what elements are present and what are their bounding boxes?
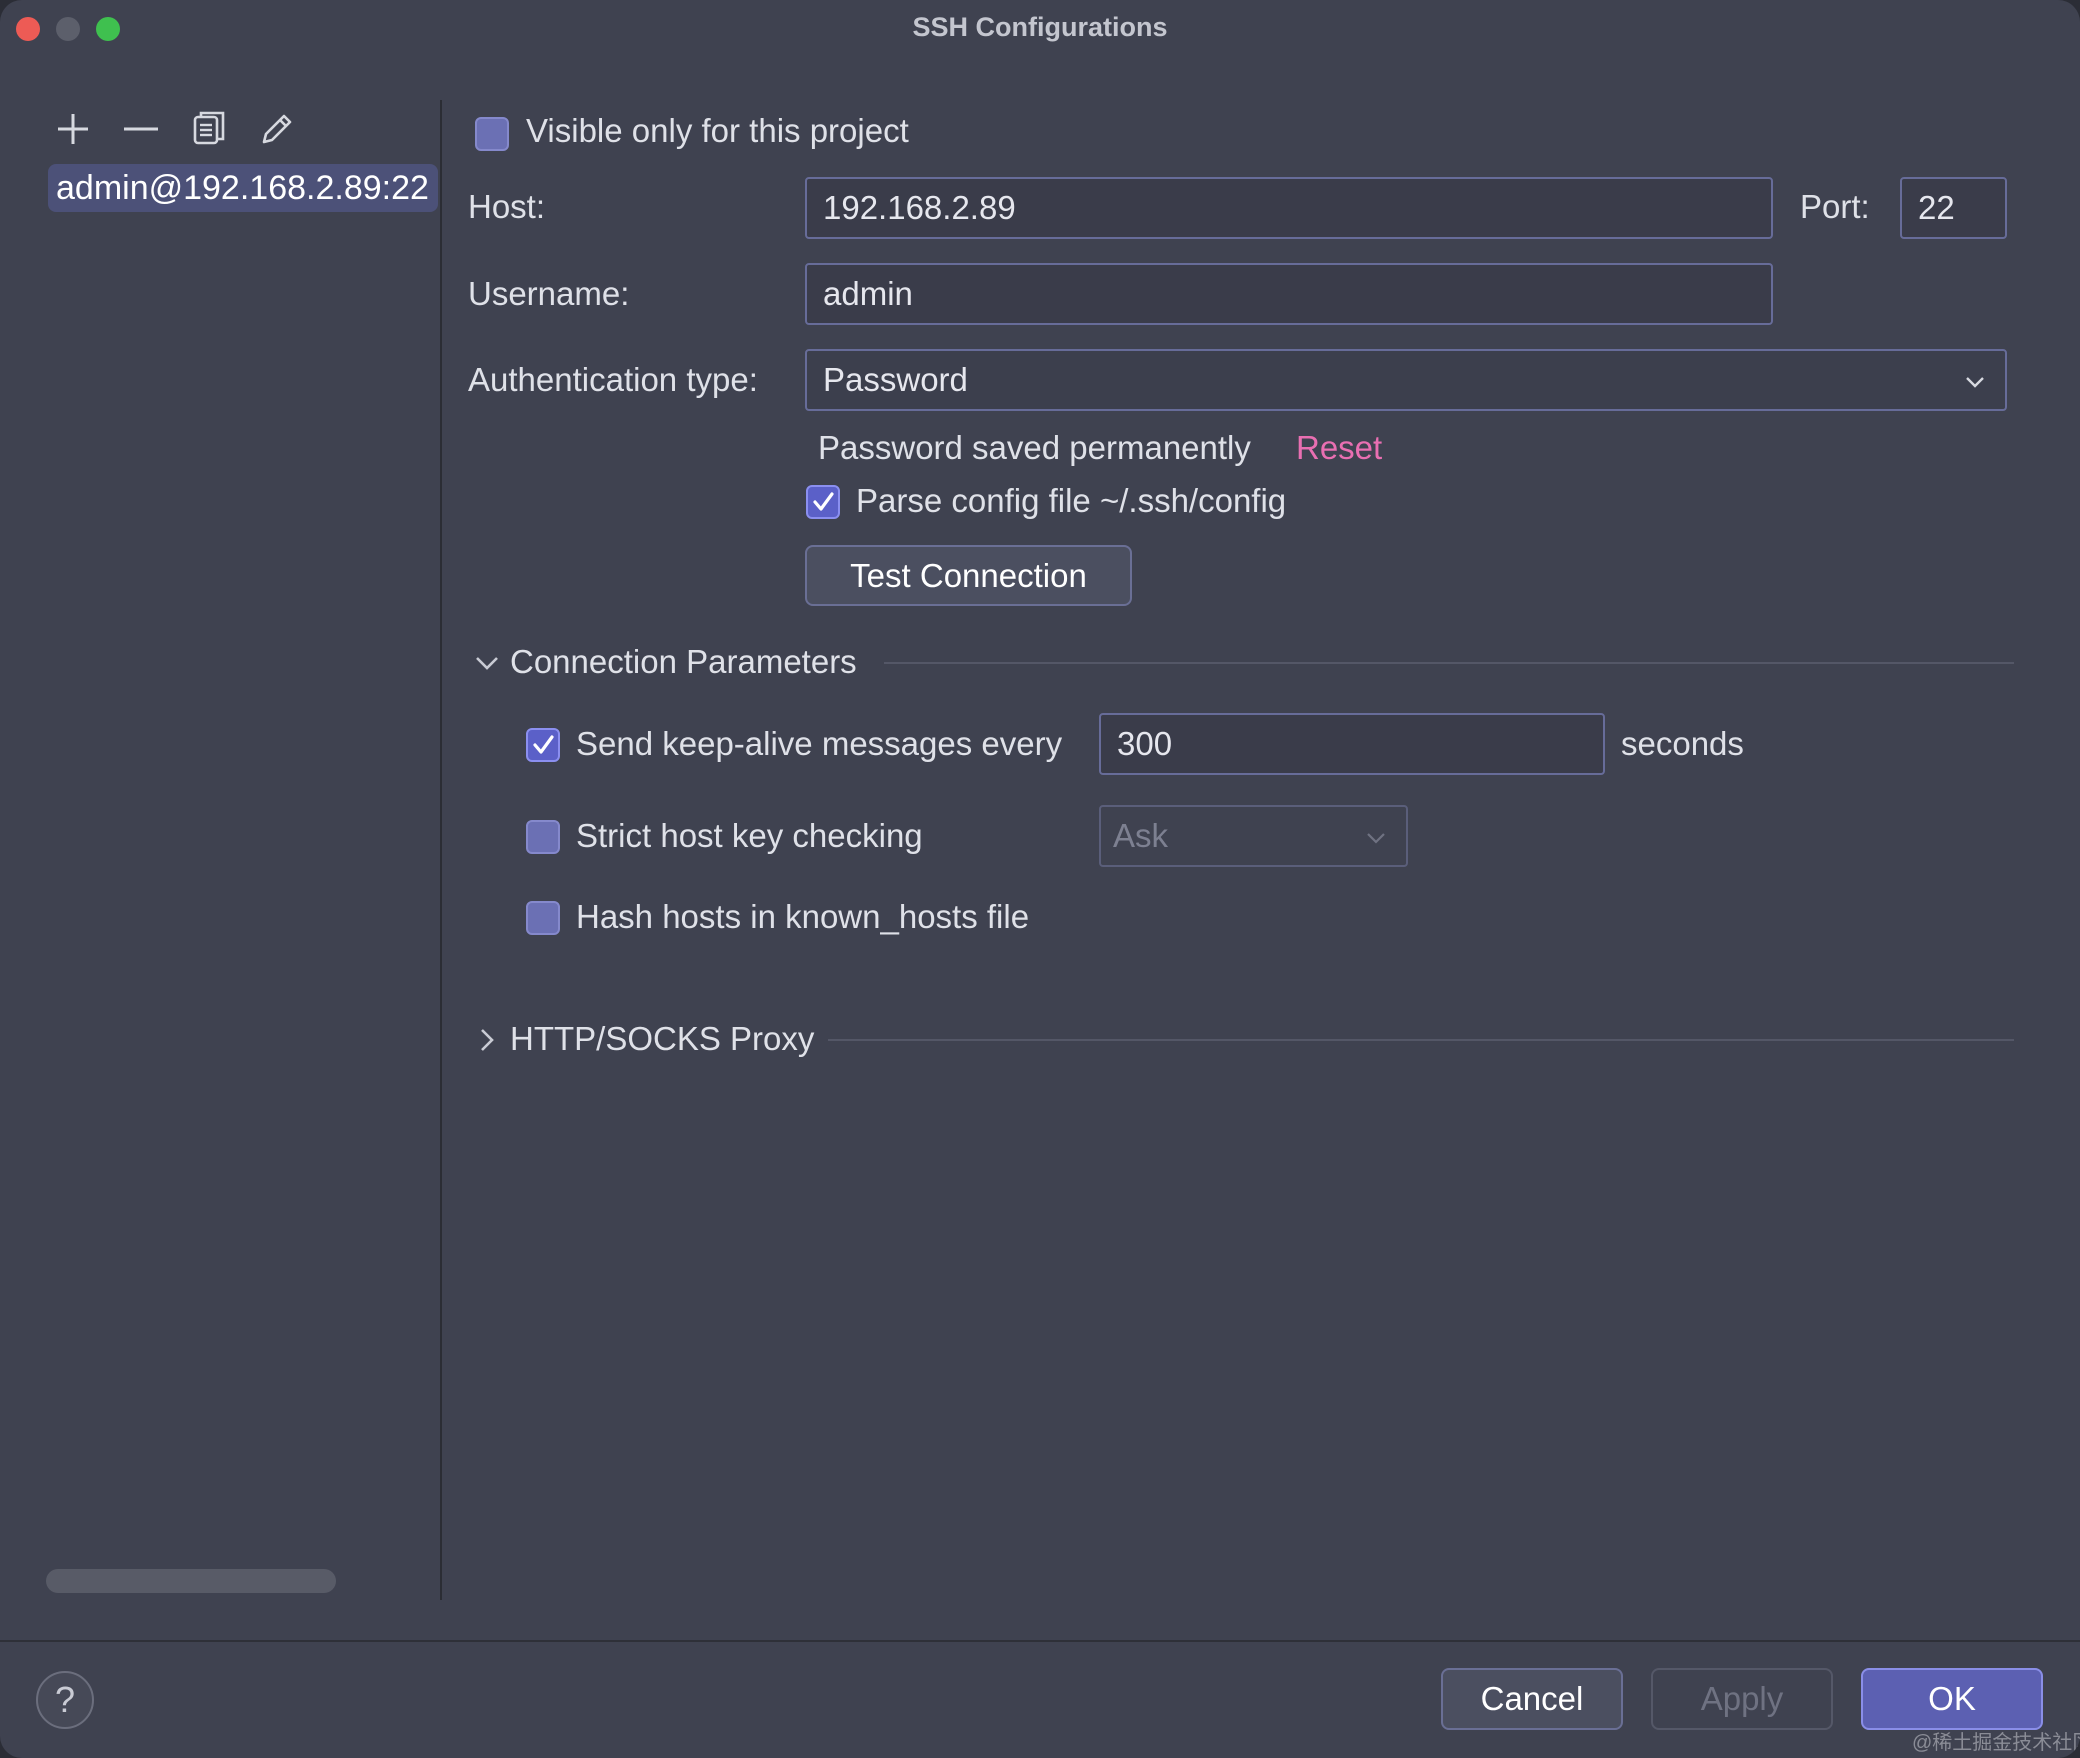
auth-type-value: Password — [823, 361, 968, 398]
footer-divider — [0, 1640, 2080, 1642]
watermark: @稀土掘金技术社区 — [1912, 1732, 2080, 1754]
keepalive-value: 300 — [1117, 725, 1173, 762]
host-label: Host: — [468, 188, 546, 225]
auth-type-select[interactable]: Password — [805, 349, 2007, 411]
help-button[interactable]: ? — [36, 1671, 94, 1729]
section-divider — [884, 662, 2014, 664]
keepalive-checkbox[interactable] — [526, 728, 560, 762]
section-divider — [828, 1039, 2014, 1041]
checkmark-icon — [813, 492, 834, 511]
apply-button: Apply — [1651, 1668, 1833, 1730]
copy-button[interactable] — [186, 106, 232, 152]
config-list-item[interactable]: admin@192.168.2.89:22 — [48, 164, 438, 212]
port-input[interactable]: 22 — [1900, 177, 2007, 239]
edit-icon — [262, 114, 292, 144]
minus-icon — [124, 127, 158, 131]
strict-host-key-checkbox[interactable] — [526, 820, 560, 854]
keepalive-unit: seconds — [1621, 725, 1744, 762]
keepalive-label: Send keep-alive messages every — [576, 725, 1063, 762]
reset-link[interactable]: Reset — [1296, 429, 1382, 467]
title-bar: SSH Configurations — [0, 0, 2080, 56]
auth-type-label: Authentication type: — [468, 361, 758, 398]
password-status: Password saved permanently — [818, 429, 1251, 466]
add-button[interactable] — [50, 106, 96, 152]
strict-host-key-label: Strict host key checking — [576, 817, 923, 854]
strict-host-key-select: Ask — [1099, 805, 1408, 867]
edit-button[interactable] — [254, 106, 300, 152]
copy-icon — [193, 111, 225, 145]
window-title: SSH Configurations — [912, 12, 1168, 42]
keepalive-input[interactable]: 300 — [1099, 713, 1605, 775]
hash-hosts-label: Hash hosts in known_hosts file — [576, 898, 1030, 935]
configurations-list-pane — [0, 56, 440, 1600]
username-input[interactable]: admin — [805, 263, 1773, 325]
ssh-configurations-dialog: SSH Configurations admin@192.168.2.89:22 — [0, 0, 2080, 1758]
visible-only-label: Visible only for this project — [526, 112, 909, 149]
parse-config-checkbox[interactable] — [806, 485, 840, 519]
proxy-section-title[interactable]: HTTP/SOCKS Proxy — [510, 1020, 814, 1058]
hash-hosts-checkbox[interactable] — [526, 901, 560, 935]
chevron-right-icon[interactable] — [472, 1025, 502, 1055]
host-value: 192.168.2.89 — [823, 189, 1016, 226]
strict-host-key-value: Ask — [1113, 817, 1169, 854]
connection-params-title[interactable]: Connection Parameters — [510, 643, 857, 681]
chevron-down-icon — [1367, 833, 1385, 844]
question-mark-icon: ? — [54, 1679, 76, 1720]
test-connection-button[interactable]: Test Connection — [805, 545, 1132, 606]
horizontal-scrollbar[interactable] — [46, 1569, 336, 1593]
chevron-down-icon — [1966, 377, 1984, 388]
ok-button[interactable]: OK — [1861, 1668, 2043, 1730]
checkmark-icon — [533, 735, 554, 754]
port-label: Port: — [1800, 188, 1870, 225]
port-value: 22 — [1918, 189, 1955, 226]
username-value: admin — [823, 275, 913, 312]
parse-config-label: Parse config file ~/.ssh/config — [856, 482, 1287, 519]
remove-button[interactable] — [118, 106, 164, 152]
visible-only-checkbox[interactable] — [475, 117, 509, 151]
host-input[interactable]: 192.168.2.89 — [805, 177, 1773, 239]
chevron-down-icon[interactable] — [472, 648, 502, 678]
username-label: Username: — [468, 275, 630, 312]
plus-icon — [58, 114, 88, 144]
cancel-button[interactable]: Cancel — [1441, 1668, 1623, 1730]
pane-divider[interactable] — [440, 100, 442, 1600]
